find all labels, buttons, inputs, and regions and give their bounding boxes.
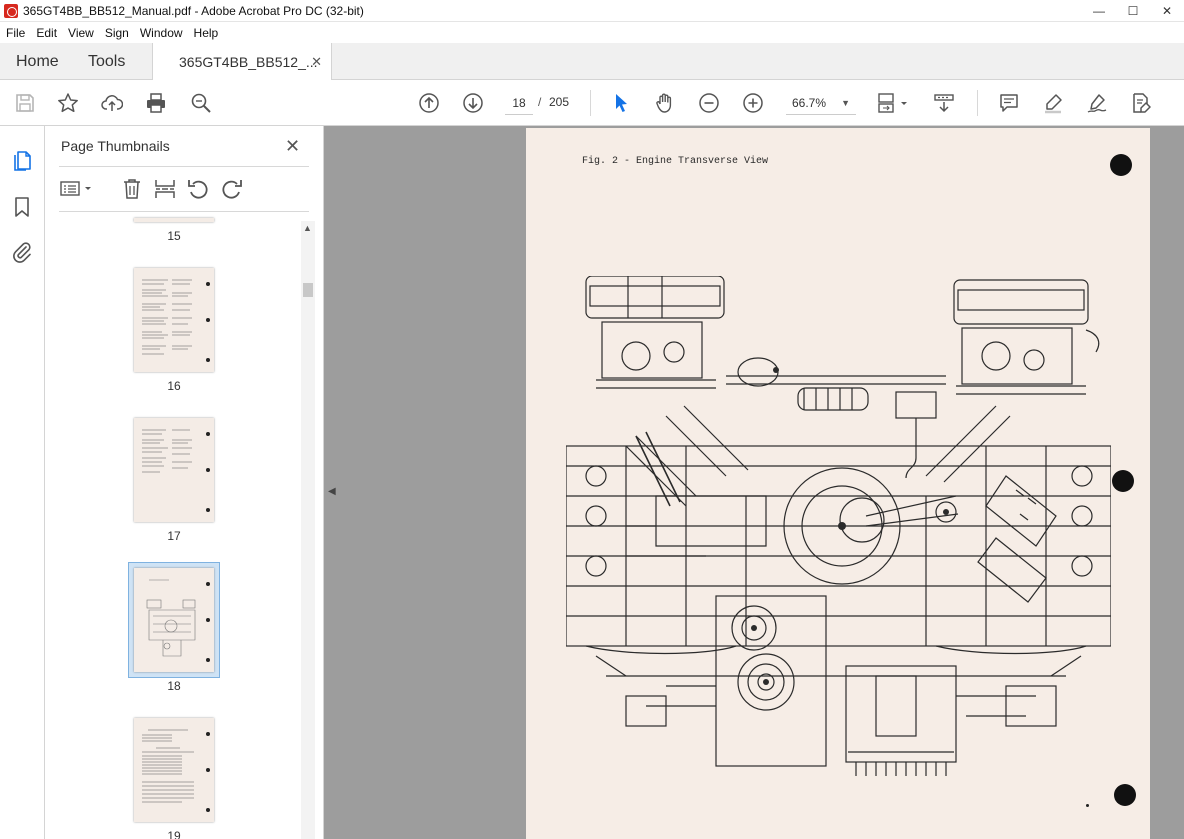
save-icon[interactable] <box>13 91 37 115</box>
thumbnail-label: 15 <box>167 229 181 243</box>
page-number-input[interactable]: 18 <box>505 91 533 115</box>
scrollbar-thumb[interactable] <box>303 283 313 297</box>
toolbar-divider <box>590 90 591 116</box>
punch-hole <box>1112 470 1134 492</box>
rotate-clockwise-icon[interactable] <box>220 177 244 201</box>
punch-hole <box>206 768 210 772</box>
minimize-icon[interactable]: — <box>1082 0 1116 22</box>
tab-document[interactable]: 365GT4BB_BB512_... ✕ <box>152 43 332 81</box>
punch-hole <box>206 808 210 812</box>
thumbnail-page-16[interactable] <box>134 268 214 372</box>
scroll-mode-icon[interactable] <box>932 91 956 115</box>
punch-hole <box>206 732 210 736</box>
panel-divider <box>59 211 309 212</box>
total-pages: 205 <box>549 95 570 109</box>
thumbnails-scrollbar[interactable]: ▲ <box>301 221 315 839</box>
punch-hole <box>206 508 210 512</box>
menu-help[interactable]: Help <box>194 26 219 40</box>
thumbnail-text-lines <box>142 729 194 803</box>
zoom-level-value: 66.7% <box>792 96 827 110</box>
figure-caption: Fig. 2 - Engine Transverse View <box>582 156 769 167</box>
zoom-out-icon[interactable] <box>697 91 721 115</box>
menu-bar: File Edit View Sign Window Help <box>0 22 1184 43</box>
panel-title: Page Thumbnails <box>61 138 170 154</box>
thumbnail-label: 17 <box>167 529 181 543</box>
insert-page-icon[interactable] <box>153 177 177 201</box>
previous-page-icon[interactable] <box>417 91 441 115</box>
thumbnail-page-19[interactable] <box>134 718 214 822</box>
tab-tools[interactable]: Tools <box>88 43 125 80</box>
upload-cloud-icon[interactable] <box>100 91 124 115</box>
menu-edit[interactable]: Edit <box>36 26 57 40</box>
engine-transverse-drawing <box>566 276 1111 776</box>
collapse-panel-icon[interactable]: ◀ <box>328 486 340 500</box>
tab-bar: Home Tools 365GT4BB_BB512_... ✕ <box>0 43 1184 81</box>
print-icon[interactable] <box>144 91 168 115</box>
toolbar-divider <box>977 90 978 116</box>
bookmarks-icon[interactable] <box>10 195 34 219</box>
comment-icon[interactable] <box>997 91 1021 115</box>
page-thumbnails-icon[interactable] <box>10 148 34 172</box>
zoom-level-dropdown[interactable]: 66.7% ▼ <box>786 91 856 115</box>
close-panel-icon[interactable]: ✕ <box>285 136 300 157</box>
menu-window[interactable]: Window <box>140 26 183 40</box>
page-thumbnails-panel: Page Thumbnails ✕ 15 16 17 18 19 ▲ <box>45 126 324 839</box>
scroll-up-icon[interactable]: ▲ <box>303 223 312 233</box>
highlight-pen-icon[interactable] <box>1041 91 1065 115</box>
thumbnail-engine-drawing <box>146 579 196 657</box>
punch-hole <box>206 318 210 322</box>
main-toolbar: 18 / 205 66.7% ▼ <box>0 80 1184 126</box>
page-speck <box>1086 804 1089 807</box>
punch-hole <box>206 358 210 362</box>
window-controls: — ☐ ✕ <box>1082 0 1184 22</box>
punch-hole <box>206 432 210 436</box>
punch-hole <box>206 658 210 662</box>
acrobat-app-icon <box>4 3 18 18</box>
window-title: 365GT4BB_BB512_Manual.pdf - Adobe Acroba… <box>23 3 364 18</box>
panel-divider <box>59 166 309 167</box>
menu-view[interactable]: View <box>68 26 94 40</box>
left-navigation-rail <box>0 126 45 839</box>
sign-icon[interactable] <box>1085 91 1109 115</box>
punch-hole <box>1114 784 1136 806</box>
pdf-page: Fig. 2 - Engine Transverse View <box>526 128 1150 839</box>
document-viewer[interactable]: ◀ Fig. 2 - Engine Transverse View <box>324 126 1184 839</box>
punch-hole <box>206 582 210 586</box>
tab-home[interactable]: Home <box>16 43 59 80</box>
thumbnail-label: 19 <box>167 829 181 839</box>
thumbnail-text-lines <box>142 279 192 355</box>
thumbnail-page-18[interactable] <box>134 568 214 672</box>
next-page-icon[interactable] <box>461 91 485 115</box>
attachments-paperclip-icon[interactable] <box>10 240 34 264</box>
menu-file[interactable]: File <box>6 26 25 40</box>
thumbnail-text-lines <box>142 429 192 473</box>
thumbnail-label: 18 <box>167 679 181 693</box>
page-display-icon[interactable] <box>876 91 910 115</box>
title-bar: 365GT4BB_BB512_Manual.pdf - Adobe Acroba… <box>0 0 1184 22</box>
tab-document-label: 365GT4BB_BB512_... <box>179 54 318 70</box>
punch-hole <box>206 618 210 622</box>
fill-sign-icon[interactable] <box>1129 91 1153 115</box>
close-tab-icon[interactable]: ✕ <box>311 54 322 70</box>
punch-hole <box>1110 154 1132 176</box>
maximize-icon[interactable]: ☐ <box>1116 0 1150 22</box>
thumbnail-label: 16 <box>167 379 181 393</box>
page-separator: / <box>538 95 542 109</box>
delete-page-icon[interactable] <box>120 177 144 201</box>
rotate-counterclockwise-icon[interactable] <box>186 177 210 201</box>
thumbnail-page-17[interactable] <box>134 418 214 522</box>
thumbnail-options-icon[interactable] <box>59 177 95 201</box>
chevron-down-icon: ▼ <box>841 98 850 108</box>
close-window-icon[interactable]: ✕ <box>1150 0 1184 22</box>
menu-sign[interactable]: Sign <box>105 26 129 40</box>
punch-hole <box>206 468 210 472</box>
hand-tool-icon[interactable] <box>653 91 677 115</box>
select-cursor-icon[interactable] <box>609 91 633 115</box>
zoom-in-icon[interactable] <box>741 91 765 115</box>
bookmark-star-icon[interactable] <box>56 91 80 115</box>
thumbnail-page-15[interactable] <box>134 218 214 222</box>
punch-hole <box>206 282 210 286</box>
zoom-search-icon[interactable] <box>189 91 213 115</box>
